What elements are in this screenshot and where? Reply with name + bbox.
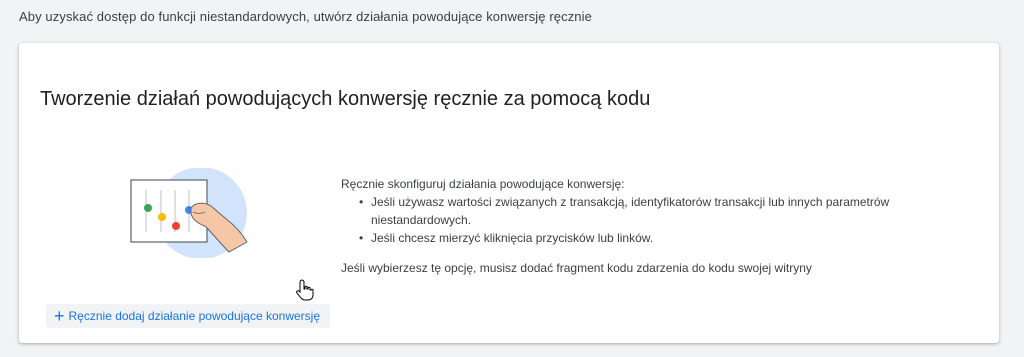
slider-knob-red [172, 222, 180, 230]
description: Ręcznie skonfiguruj działania powodujące… [341, 175, 971, 277]
description-note: Jeśli wybierzesz tę opcję, musisz dodać … [341, 261, 812, 275]
plus-icon: + [54, 306, 65, 326]
top-note: Aby uzyskać dostęp do funkcji niestandar… [19, 9, 592, 24]
manual-conversion-card: Tworzenie działań powodujących konwersję… [19, 43, 999, 343]
description-intro: Ręcznie skonfiguruj działania powodujące… [341, 177, 625, 191]
slider-knob-yellow [158, 213, 166, 221]
card-title: Tworzenie działań powodujących konwersję… [40, 88, 651, 110]
add-conversion-action-button[interactable]: + Ręcznie dodaj działanie powodujące kon… [46, 304, 331, 328]
bullet-item: Jeśli chcesz mierzyć kliknięcia przycisk… [359, 229, 971, 247]
hand-adjusting-sliders-illustration [130, 168, 248, 258]
description-bullets: Jeśli używasz wartości związanych z tran… [359, 193, 971, 247]
hand-pointer-cursor-icon [296, 279, 314, 301]
slider-knob-green [144, 204, 152, 212]
add-button-label: Ręcznie dodaj działanie powodujące konwe… [68, 309, 321, 323]
bullet-item: Jeśli używasz wartości związanych z tran… [359, 193, 971, 229]
